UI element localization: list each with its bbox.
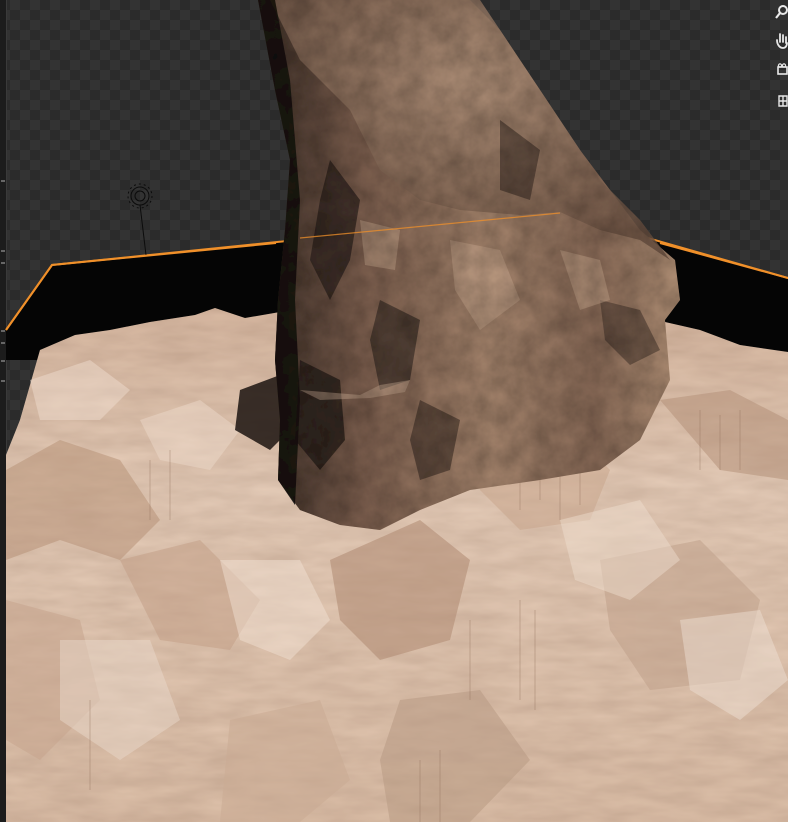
pan-hand-icon[interactable]: [774, 32, 788, 50]
navigation-gizmo: [774, 0, 788, 120]
zoom-icon[interactable]: [774, 4, 788, 22]
3d-viewport[interactable]: [0, 0, 788, 822]
scene-render: [5, 0, 788, 822]
light-empty: [127, 183, 153, 256]
perspective-grid-icon[interactable]: [774, 93, 788, 111]
rock-pillar: [258, 0, 680, 530]
camera-view-icon[interactable]: [774, 63, 788, 81]
